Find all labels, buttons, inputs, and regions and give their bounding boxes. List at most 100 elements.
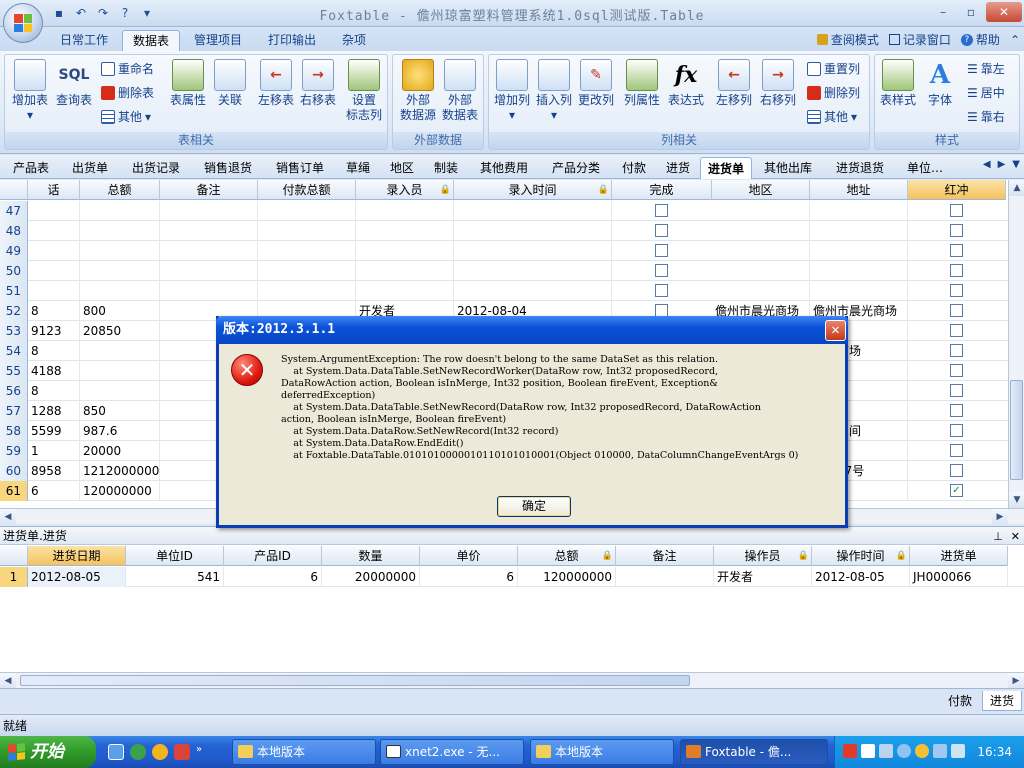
tab-misc[interactable]: 杂项 [332,30,376,51]
sheet-tab[interactable]: 产品表 [2,157,60,179]
table-cell[interactable] [356,261,454,281]
reversal-checkbox[interactable] [950,364,963,377]
column-header[interactable]: 单位ID [126,546,224,566]
align-center-button[interactable]: ☰ 居中 [967,83,1005,103]
done-checkbox[interactable] [655,264,668,277]
scroll-left-icon[interactable]: ◀ [0,673,16,689]
tab-payment[interactable]: 付款 [940,691,980,711]
table-cell[interactable] [80,261,160,281]
sheet-tab[interactable]: 出货单 [60,157,120,179]
browser-icon[interactable] [130,744,146,760]
expression-button[interactable]: fx 表达式 [663,59,709,131]
grid-corner[interactable] [0,180,28,200]
table-cell[interactable] [80,241,160,261]
table-cell[interactable] [28,241,80,261]
external-source-button[interactable]: 外部 数据源 [395,59,441,131]
sheet-tab[interactable]: 销售订单 [264,157,336,179]
scroll-right-icon[interactable]: ▶ [998,159,1006,170]
reversal-checkbox[interactable] [950,224,963,237]
delete-table-button[interactable]: 删除表 [101,83,154,103]
table-cell[interactable] [454,261,612,281]
row-number[interactable]: 54 [0,341,28,361]
desktop-icon[interactable] [108,744,124,760]
table-cell[interactable] [712,281,810,301]
application-menu-button[interactable] [3,3,43,43]
table-cell[interactable]: 120000000 [80,481,160,501]
column-header[interactable]: 红冲 [908,180,1006,200]
table-cell[interactable] [80,281,160,301]
table-cell[interactable]: 2012-08-05 [28,567,126,587]
table-cell[interactable]: 20850 [80,321,160,341]
table-cell[interactable] [160,281,258,301]
panel-close-icon[interactable]: ✕ [1011,528,1020,546]
sheet-tab[interactable]: 进货退货 [824,157,896,179]
table-style-button[interactable]: 表样式 [875,59,921,131]
table-cell[interactable] [28,221,80,241]
tab-manage-project[interactable]: 管理项目 [184,30,252,51]
reversal-checkbox[interactable] [950,324,963,337]
table-cell[interactable] [454,281,612,301]
set-flag-column-button[interactable]: 设置 标志列 [341,59,387,131]
table-cell[interactable] [712,261,810,281]
table-cell[interactable]: 8 [28,341,80,361]
minimize-button[interactable]: – [930,2,956,22]
table-cell[interactable] [80,341,160,361]
column-header[interactable]: 进货单 [910,546,1008,566]
tab-print-output[interactable]: 打印输出 [258,30,326,51]
column-header[interactable]: 录入时间 🔒 [454,180,612,200]
row-number[interactable]: 61 [0,481,28,501]
table-cell[interactable]: 120000000 [518,567,616,587]
column-header[interactable]: 备注 [160,180,258,200]
query-table-button[interactable]: SQL 查询表 [51,59,97,131]
table-cell[interactable] [356,241,454,261]
row-number[interactable]: 48 [0,221,28,241]
reversal-checkbox[interactable] [950,404,963,417]
table-cell[interactable]: 8 [28,381,80,401]
table-cell[interactable] [454,241,612,261]
table-cell[interactable]: 8 [28,301,80,321]
row-number[interactable]: 59 [0,441,28,461]
table-row[interactable]: 51 [0,281,1008,301]
sheet-tab[interactable]: 进货 [656,157,700,179]
more-icon[interactable]: » [196,744,212,760]
table-cell[interactable] [810,201,908,221]
table-cell[interactable] [258,241,356,261]
table-cell[interactable]: 20000 [80,441,160,461]
table-cell[interactable] [258,221,356,241]
column-header[interactable]: 产品ID [224,546,322,566]
rename-button[interactable]: 重命名 [101,59,154,79]
sheet-tab[interactable]: 制装 [424,157,468,179]
add-table-button[interactable]: 增加表 ▾ [7,59,53,131]
column-header[interactable]: 总额 🔒 [518,546,616,566]
reversal-checkbox[interactable] [950,204,963,217]
ok-button[interactable]: 确定 [497,496,571,517]
column-header[interactable]: 话 [28,180,80,200]
column-header[interactable]: 地区 [712,180,810,200]
table-properties-button[interactable]: 表属性 [165,59,211,131]
change-column-button[interactable]: ✎ 更改列 [573,59,619,131]
table-cell[interactable] [160,261,258,281]
sheet-list-icon[interactable]: ▼ [1012,159,1020,170]
reversal-checkbox[interactable] [950,284,963,297]
column-other-button[interactable]: 其他 ▾ [807,107,857,127]
done-checkbox[interactable] [655,244,668,257]
scroll-right-icon[interactable]: ▶ [992,509,1008,525]
column-header[interactable]: 进货日期 [28,546,126,566]
column-header[interactable]: 操作时间 🔒 [812,546,910,566]
add-column-button[interactable]: 增加列 ▾ [489,59,535,131]
dialog-close-button[interactable]: ✕ [825,320,846,341]
sheet-tab[interactable]: 产品分类 [540,157,612,179]
sheet-tab[interactable]: 出货记录 [120,157,192,179]
taskbar-item-local-version-2[interactable]: 本地版本 [530,739,674,765]
table-cell[interactable]: 850 [80,401,160,421]
table-cell[interactable]: 8958 [28,461,80,481]
column-header[interactable]: 单价 [420,546,518,566]
settings-icon[interactable] [879,744,893,758]
table-cell[interactable]: 6 [28,481,80,501]
record-window-button[interactable]: 记录窗口 [888,31,951,48]
pin-icon[interactable]: ⊥ [993,528,1003,546]
table-cell[interactable] [160,241,258,261]
sheet-tab[interactable]: 其他费用 [468,157,540,179]
volume-icon[interactable] [933,744,947,758]
relation-button[interactable]: 关联 [207,59,253,131]
